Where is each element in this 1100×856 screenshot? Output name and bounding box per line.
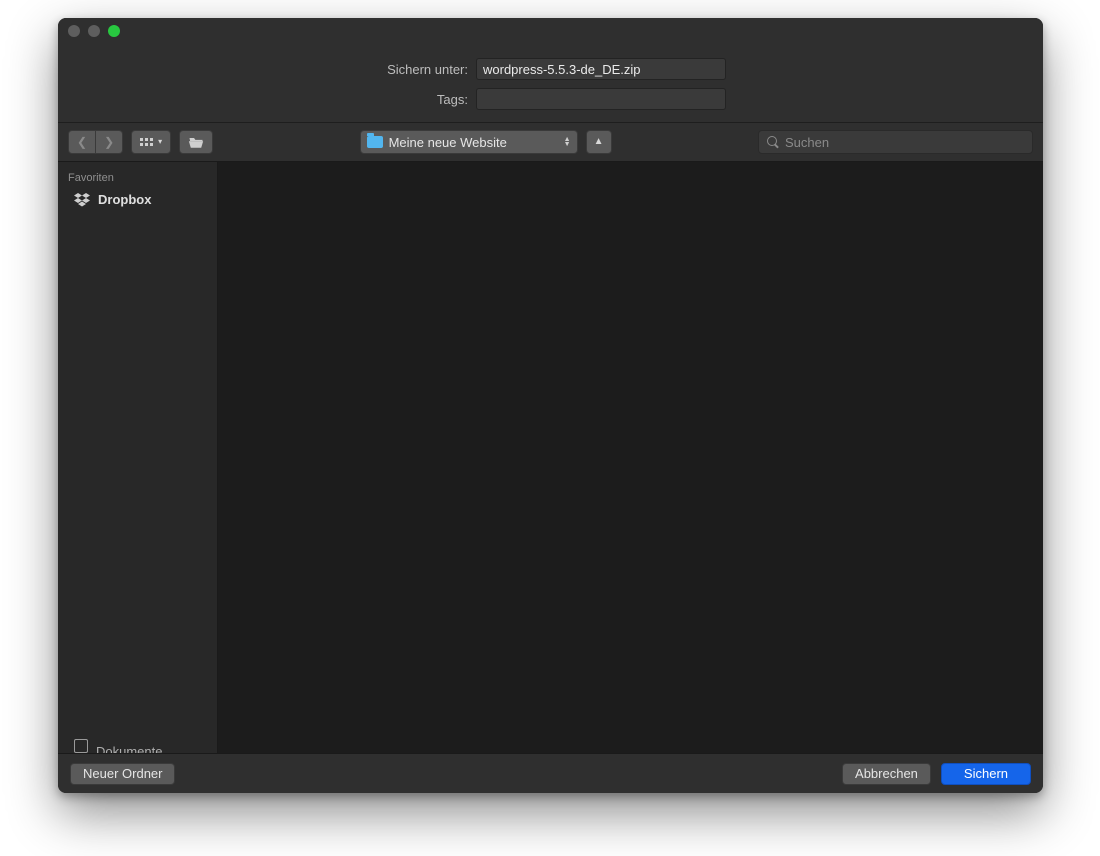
search-input[interactable] bbox=[785, 135, 1024, 150]
grid-icon bbox=[140, 138, 153, 146]
save-button[interactable]: Sichern bbox=[941, 763, 1031, 785]
view-mode-button[interactable]: ▾ bbox=[131, 130, 171, 154]
location-popup[interactable]: Meine neue Website ▲▼ bbox=[360, 130, 578, 154]
chevron-up-icon: ▲ bbox=[594, 137, 604, 147]
nav-history-segment: ❮ ❯ bbox=[68, 130, 123, 154]
zoom-window-button[interactable] bbox=[108, 25, 120, 37]
sidebar-item-dropbox[interactable]: Dropbox bbox=[58, 188, 217, 211]
tags-label: Tags: bbox=[58, 92, 468, 107]
sidebar-section-favorites: Favoriten bbox=[58, 170, 217, 188]
tags-input[interactable] bbox=[476, 88, 726, 110]
location-label: Meine neue Website bbox=[389, 135, 507, 150]
sidebar: Favoriten Dropbox Dokumente bbox=[58, 162, 218, 753]
nav-back-button[interactable]: ❮ bbox=[68, 130, 96, 154]
search-field[interactable] bbox=[758, 130, 1033, 154]
group-by-button[interactable] bbox=[179, 130, 213, 154]
file-browser-area[interactable] bbox=[218, 162, 1043, 753]
save-as-row: Sichern unter: bbox=[58, 58, 1043, 80]
chevron-left-icon: ❮ bbox=[77, 136, 87, 148]
chevron-right-icon: ❯ bbox=[104, 136, 114, 148]
save-label: Sichern bbox=[964, 766, 1008, 781]
sidebar-item-label: Dokumente bbox=[96, 744, 162, 753]
cancel-button[interactable]: Abbrechen bbox=[842, 763, 931, 785]
new-folder-label: Neuer Ordner bbox=[83, 766, 162, 781]
documents-icon bbox=[74, 739, 88, 753]
search-icon bbox=[767, 136, 779, 148]
save-dialog-window: Sichern unter: Tags: ❮ ❯ ▾ bbox=[58, 18, 1043, 793]
sidebar-item-label: Dropbox bbox=[98, 192, 151, 207]
main-split: Favoriten Dropbox Dokumente bbox=[58, 162, 1043, 753]
toolbar: ❮ ❯ ▾ bbox=[58, 122, 1043, 162]
nav-forward-button[interactable]: ❯ bbox=[96, 130, 123, 154]
close-window-button[interactable] bbox=[68, 25, 80, 37]
save-as-label: Sichern unter: bbox=[58, 62, 468, 77]
folder-open-icon bbox=[188, 136, 204, 149]
cancel-label: Abbrechen bbox=[855, 766, 918, 781]
tags-row: Tags: bbox=[58, 88, 1043, 110]
sidebar-item-documents[interactable]: Dokumente bbox=[58, 734, 217, 753]
dropbox-icon bbox=[74, 193, 90, 207]
save-as-section: Sichern unter: Tags: bbox=[58, 44, 1043, 122]
minimize-window-button[interactable] bbox=[88, 25, 100, 37]
titlebar bbox=[58, 18, 1043, 44]
popup-arrows-icon: ▲▼ bbox=[564, 137, 571, 147]
footer: Neuer Ordner Abbrechen Sichern bbox=[58, 753, 1043, 793]
chevron-down-icon: ▾ bbox=[158, 138, 162, 146]
new-folder-button[interactable]: Neuer Ordner bbox=[70, 763, 175, 785]
folder-icon bbox=[367, 136, 383, 148]
save-as-input[interactable] bbox=[476, 58, 726, 80]
collapse-toggle-button[interactable]: ▲ bbox=[586, 130, 612, 154]
